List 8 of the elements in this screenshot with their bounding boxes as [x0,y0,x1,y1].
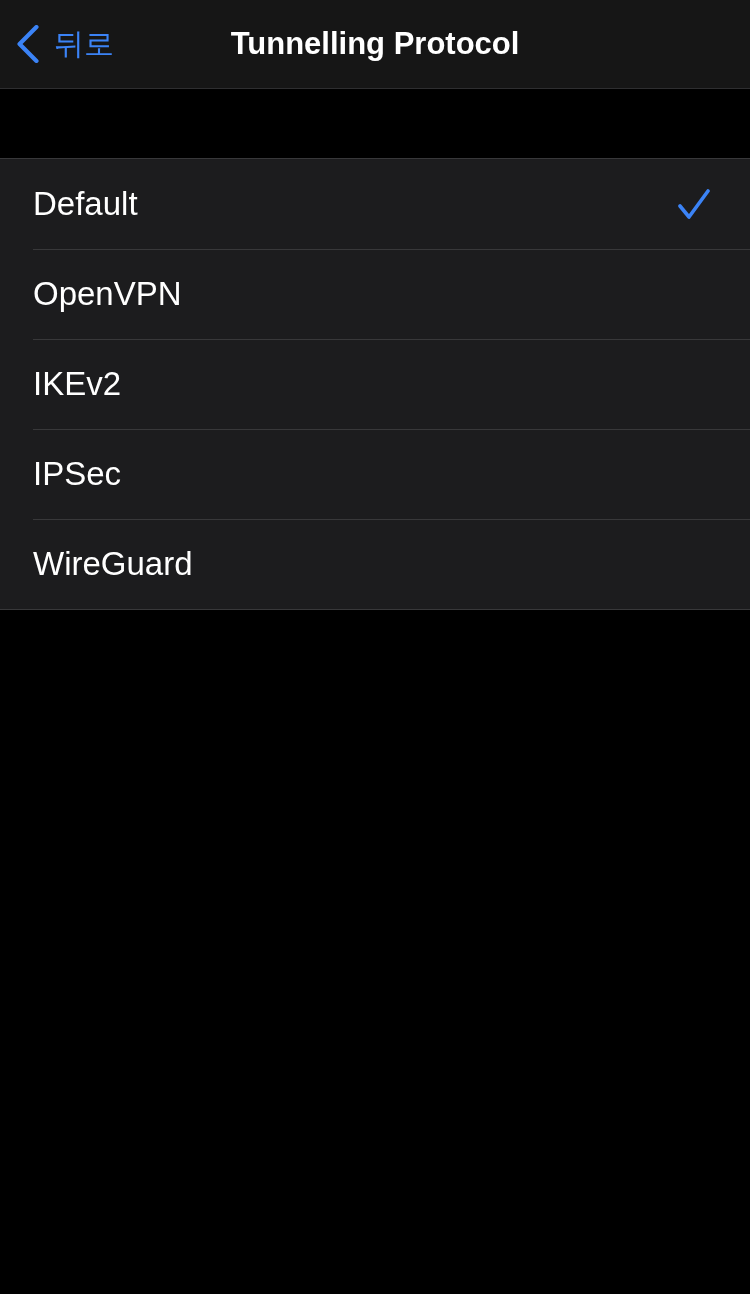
protocol-option[interactable]: OpenVPN [0,249,750,339]
chevron-left-icon [16,25,40,63]
protocol-option[interactable]: IPSec [0,429,750,519]
protocol-option[interactable]: Default [0,159,750,249]
protocol-option[interactable]: IKEv2 [0,339,750,429]
back-button[interactable]: 뒤로 [16,24,114,64]
nav-title: Tunnelling Protocol [230,25,520,63]
protocol-option[interactable]: WireGuard [0,519,750,609]
